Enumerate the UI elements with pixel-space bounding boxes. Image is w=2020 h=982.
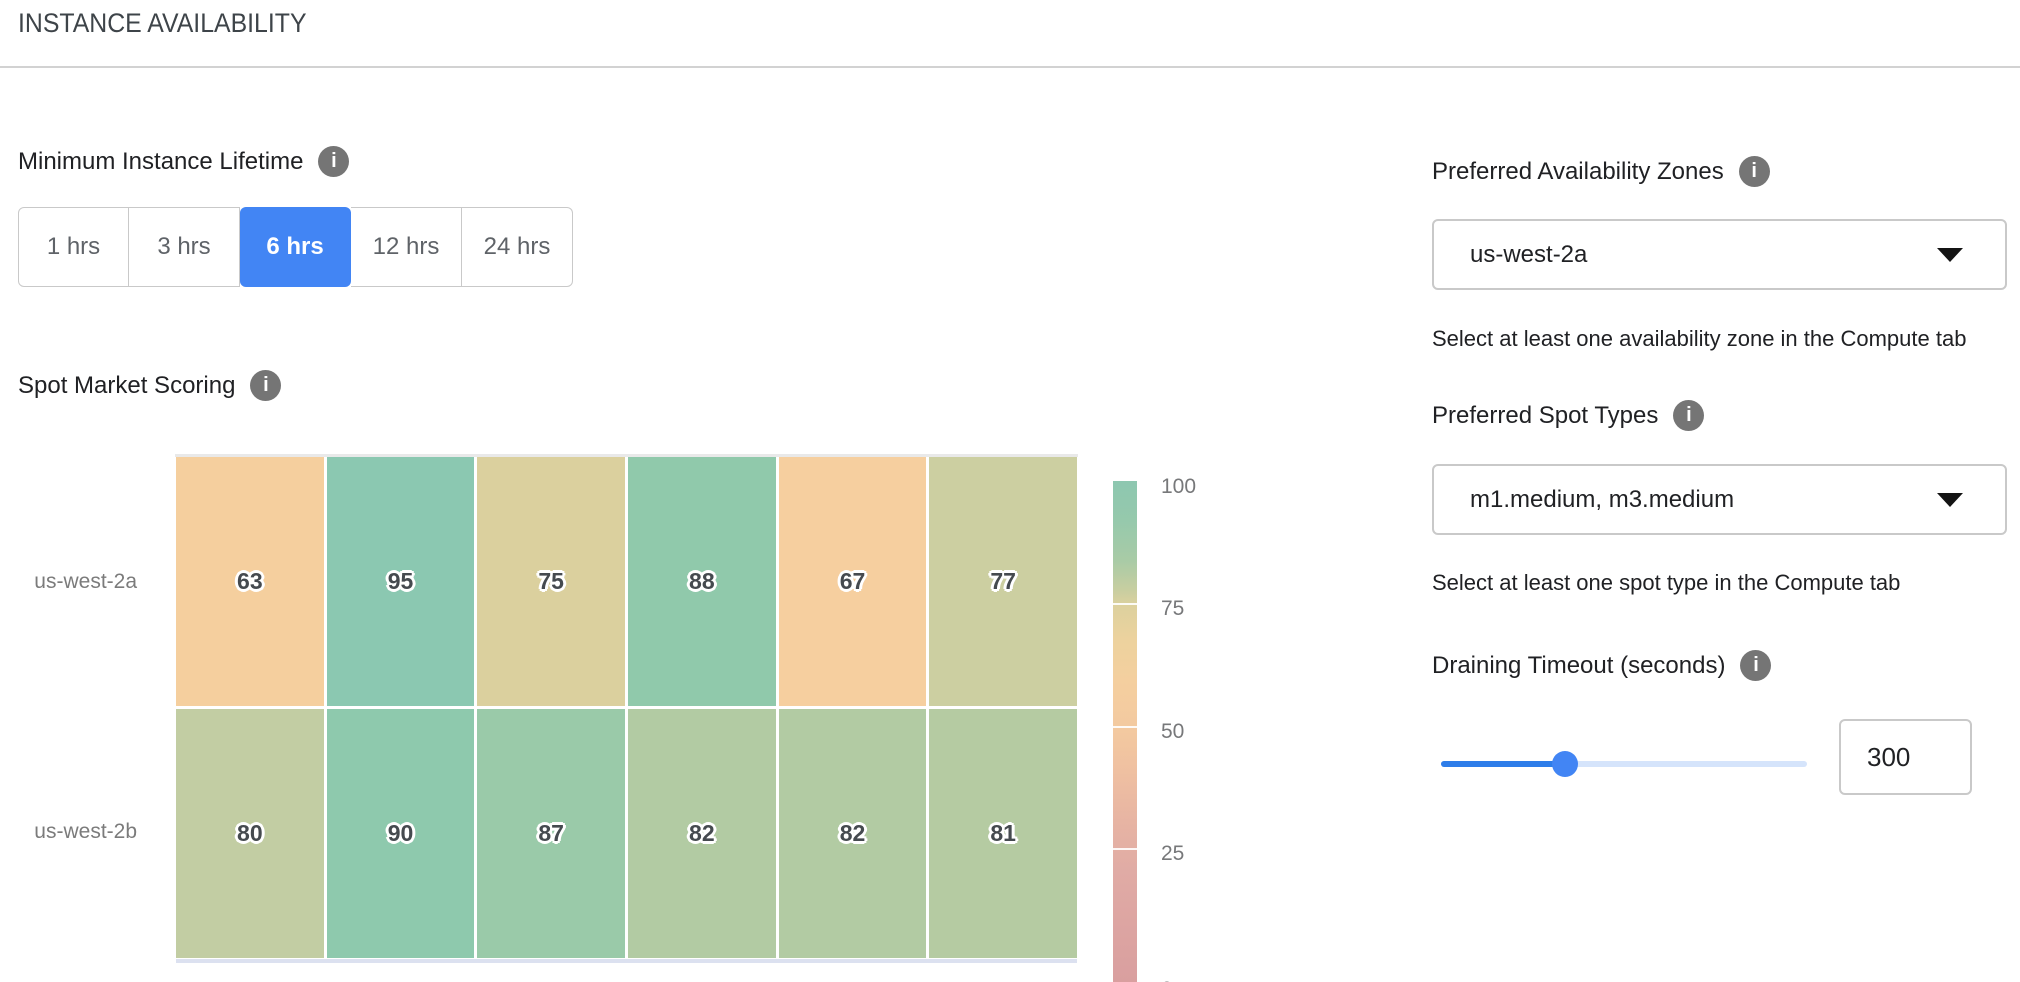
minimum-instance-lifetime-label: Minimum Instance Lifetime i [18,146,349,177]
info-icon[interactable]: i [250,370,281,401]
chevron-down-icon [1937,493,1963,507]
colorbar-tick-label: 25 [1161,842,1184,866]
lifetime-option-3hrs[interactable]: 3 hrs [129,207,240,287]
availability-zones-dropdown[interactable]: us-west-2a [1432,219,2007,290]
colorbar-tick-label: 0 [1161,978,1173,982]
availability-zones-helper: Select at least one availability zone in… [1432,326,1966,352]
colorbar-tick-line [1113,603,1137,605]
page-title: INSTANCE AVAILABILITY [18,8,307,39]
preferred-availability-zones-label: Preferred Availability Zones i [1432,156,1770,187]
draining-timeout-label-text: Draining Timeout (seconds) [1432,652,1725,680]
heatmap-cell: 82 [628,709,776,958]
colorbar-tick-line [1113,726,1137,728]
lifetime-option-12hrs[interactable]: 12 hrs [351,207,462,287]
lifetime-option-1hrs[interactable]: 1 hrs [18,207,129,287]
minimum-instance-lifetime-label-text: Minimum Instance Lifetime [18,148,303,176]
heatmap-cell: 95 [327,457,475,706]
heatmap-bottom-border [176,959,1077,963]
draining-timeout-label: Draining Timeout (seconds) i [1432,650,1771,681]
spot-types-helper: Select at least one spot type in the Com… [1432,570,1900,596]
spot-types-dropdown-value: m1.medium, m3.medium [1470,486,1734,514]
heatmap-grid: 639575886777809087828281 [176,457,1077,958]
colorbar [1113,481,1137,982]
colorbar-tick-label: 75 [1161,597,1184,621]
heatmap-cell: 82 [779,709,927,958]
spot-market-scoring-label-text: Spot Market Scoring [18,372,235,400]
chevron-down-icon [1937,248,1963,262]
instance-availability-panel: INSTANCE AVAILABILITY Minimum Instance L… [0,0,2020,982]
heatmap-cell: 87 [477,709,625,958]
heatmap-cell: 81 [929,709,1077,958]
info-icon[interactable]: i [1673,400,1704,431]
lifetime-option-6hrs[interactable]: 6 hrs [240,207,351,287]
header-divider [0,66,2020,68]
spot-market-scoring-label: Spot Market Scoring i [18,370,281,401]
colorbar-tick-label: 100 [1161,475,1196,499]
preferred-spot-types-label-text: Preferred Spot Types [1432,402,1658,430]
info-icon[interactable]: i [1740,650,1771,681]
info-icon[interactable]: i [318,146,349,177]
heatmap-row-label: us-west-2a [20,570,137,594]
lifetime-button-group: 1 hrs 3 hrs 6 hrs 12 hrs 24 hrs [18,207,573,287]
info-icon[interactable]: i [1739,156,1770,187]
heatmap-cell: 67 [779,457,927,706]
draining-timeout-slider-fill [1441,761,1565,767]
colorbar-tick-label: 50 [1161,720,1184,744]
heatmap-cell: 63 [176,457,324,706]
spot-types-dropdown[interactable]: m1.medium, m3.medium [1432,464,2007,535]
heatmap-cell: 88 [628,457,776,706]
heatmap-cell: 75 [477,457,625,706]
lifetime-option-24hrs[interactable]: 24 hrs [462,207,573,287]
preferred-spot-types-label: Preferred Spot Types i [1432,400,1704,431]
heatmap-cell: 90 [327,709,475,958]
heatmap-cell: 77 [929,457,1077,706]
draining-timeout-slider-thumb[interactable] [1552,751,1578,777]
colorbar-tick-line [1113,848,1137,850]
heatmap-cell: 80 [176,709,324,958]
preferred-availability-zones-label-text: Preferred Availability Zones [1432,158,1724,186]
draining-timeout-input[interactable]: 300 [1839,719,1972,795]
availability-zones-dropdown-value: us-west-2a [1470,241,1587,269]
draining-timeout-value: 300 [1867,742,1910,773]
heatmap-row-label: us-west-2b [20,820,137,844]
